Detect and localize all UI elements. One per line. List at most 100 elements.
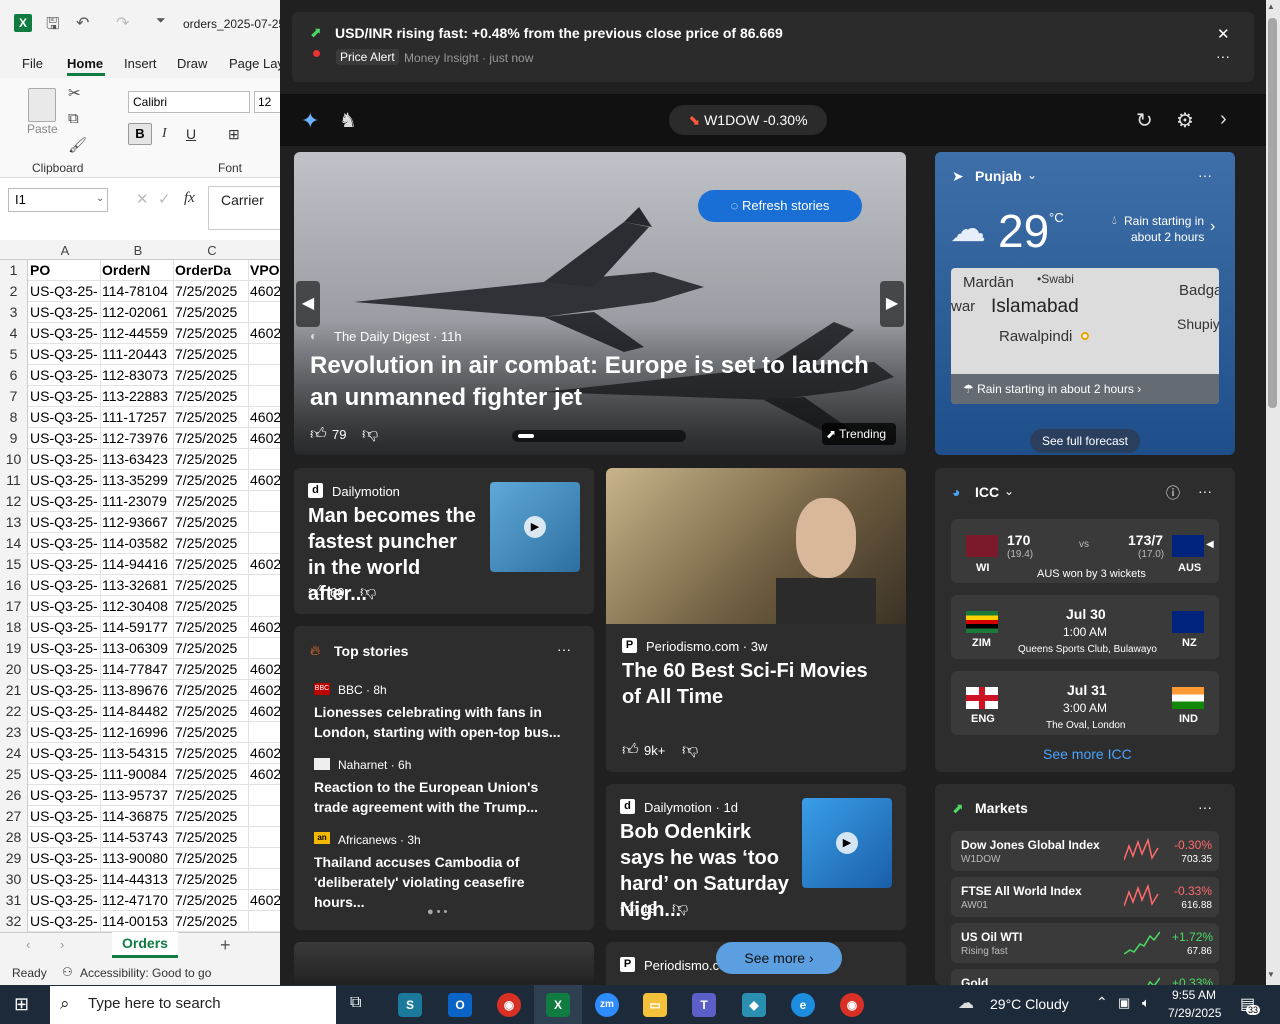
cell[interactable]: 7/25/2025 (175, 617, 249, 638)
row-number[interactable]: 8 (0, 407, 28, 428)
cell[interactable]: US-Q3-25- (30, 470, 100, 491)
cell[interactable]: 7/25/2025 (175, 407, 249, 428)
row-number[interactable]: 19 (0, 638, 28, 659)
italic-button[interactable]: I (162, 126, 167, 142)
cell[interactable]: 111-20443 (102, 344, 174, 365)
cell[interactable]: 113-54315 (102, 743, 174, 764)
row-number[interactable]: 31 (0, 890, 28, 911)
cell[interactable]: US-Q3-25- (30, 575, 100, 596)
cell[interactable]: US-Q3-25- (30, 764, 100, 785)
cell[interactable]: 4602 (250, 680, 280, 701)
row-number[interactable]: 9 (0, 428, 28, 449)
cell[interactable]: 4602 (250, 281, 280, 302)
cell[interactable]: 7/25/2025 (175, 449, 249, 470)
odenkirk-thumbnail[interactable]: ▶ (802, 798, 892, 888)
font-size-select[interactable]: 12 (254, 91, 280, 113)
cell[interactable]: 7/25/2025 (175, 533, 249, 554)
cell[interactable]: 7/25/2025 (175, 281, 249, 302)
story-title[interactable]: Thailand accuses Cambodia of 'deliberate… (314, 852, 576, 912)
cell[interactable]: US-Q3-25- (30, 806, 100, 827)
cell[interactable]: US-Q3-25- (30, 281, 100, 302)
cell[interactable]: US-Q3-25- (30, 449, 100, 470)
row-number[interactable]: 7 (0, 386, 28, 407)
cell[interactable]: 112-93667 (102, 512, 174, 533)
cell[interactable]: 114-36875 (102, 806, 174, 827)
row-number[interactable]: 21 (0, 680, 28, 701)
cell[interactable]: 7/25/2025 (175, 890, 249, 911)
teams-icon[interactable]: T (692, 993, 716, 1017)
row-number[interactable]: 13 (0, 512, 28, 533)
cell[interactable]: US-Q3-25- (30, 344, 100, 365)
carousel-dots[interactable] (512, 430, 686, 442)
cell[interactable]: 7/25/2025 (175, 575, 249, 596)
cell[interactable]: 7/25/2025 (175, 764, 249, 785)
gear-icon[interactable]: ⚙ (1176, 108, 1194, 133)
row-number[interactable]: 4 (0, 323, 28, 344)
cell[interactable]: 4602 (250, 764, 280, 785)
cell[interactable]: 7/25/2025 (175, 848, 249, 869)
row-number[interactable]: 27 (0, 806, 28, 827)
file-explorer-icon[interactable]: ▭ (643, 993, 667, 1017)
next-sheet-icon[interactable]: › (60, 937, 64, 952)
see-full-forecast-button[interactable]: See full forecast (1030, 429, 1140, 453)
card-title[interactable]: The 60 Best Sci-Fi Movies of All Time (622, 658, 892, 710)
header-cell[interactable]: OrderN (102, 260, 174, 281)
dislike-icon[interactable]: 👎︎ (362, 425, 378, 444)
cell[interactable]: US-Q3-25- (30, 323, 100, 344)
tab-home[interactable]: Home (67, 56, 103, 71)
tab-insert[interactable]: Insert (124, 56, 157, 71)
cell[interactable]: 4602 (250, 428, 280, 449)
top-stories-title[interactable]: Top stories (334, 643, 408, 659)
refresh-icon[interactable]: ↻ (1136, 108, 1153, 133)
cell[interactable]: US-Q3-25- (30, 554, 100, 575)
dislike-icon[interactable]: 👎︎ (360, 583, 376, 602)
dislike-icon[interactable]: 👎︎ (672, 899, 688, 918)
cell[interactable]: 7/25/2025 (175, 722, 249, 743)
row-number[interactable]: 15 (0, 554, 28, 575)
cell[interactable]: 113-35299 (102, 470, 174, 491)
see-more-icc-link[interactable]: See more ICC (1043, 746, 1132, 762)
cell[interactable]: 7/25/2025 (175, 785, 249, 806)
cell[interactable]: 7/25/2025 (175, 869, 249, 890)
weather-more-icon[interactable]: ··· (1198, 167, 1212, 183)
cell[interactable]: 7/25/2025 (175, 806, 249, 827)
location-chevron-icon[interactable]: ⌄ (1027, 168, 1037, 182)
clock-time[interactable]: 9:55 AM (1172, 988, 1216, 1002)
cell[interactable]: 4602 (250, 701, 280, 722)
column-header-a[interactable]: A (30, 243, 100, 258)
cell[interactable]: US-Q3-25- (30, 890, 100, 911)
cell[interactable]: 7/25/2025 (175, 386, 249, 407)
cell[interactable]: 7/25/2025 (175, 596, 249, 617)
cell[interactable]: 112-44559 (102, 323, 174, 344)
cell[interactable]: 7/25/2025 (175, 344, 249, 365)
cell[interactable]: 7/25/2025 (175, 638, 249, 659)
like-icon[interactable]: 👍︎ (308, 583, 325, 602)
cell[interactable]: US-Q3-25- (30, 638, 100, 659)
cell[interactable]: 4602 (250, 617, 280, 638)
cell[interactable]: US-Q3-25- (30, 386, 100, 407)
cell[interactable]: 112-30408 (102, 596, 174, 617)
cancel-icon[interactable]: ✕ (136, 190, 149, 208)
cell[interactable]: 4602 (250, 407, 280, 428)
header-cell[interactable]: PO (30, 260, 100, 281)
scroll-up-icon[interactable]: ▲ (1267, 2, 1275, 11)
info-icon[interactable]: ⓘ (1166, 483, 1180, 503)
like-icon[interactable]: 👍︎ (620, 899, 637, 918)
paste-icon[interactable] (28, 88, 56, 122)
zoom-icon[interactable]: zm (595, 993, 619, 1017)
row-number[interactable]: 5 (0, 344, 28, 365)
cell[interactable]: US-Q3-25- (30, 407, 100, 428)
stories-pager-dots[interactable]: ●•• (427, 906, 450, 918)
tab-draw[interactable]: Draw (177, 56, 207, 71)
story-title[interactable]: Lionesses celebrating with fans in Londo… (314, 702, 576, 742)
sigma-app-icon[interactable]: S (398, 993, 422, 1017)
refresh-stories-button[interactable]: ◌ Refresh stories (698, 190, 862, 222)
name-box[interactable]: I1 (8, 188, 108, 212)
cell[interactable]: 111-17257 (102, 407, 174, 428)
windows-start-icon[interactable]: ⊞ (14, 994, 29, 1015)
like-icon[interactable]: 👍︎ (622, 741, 639, 760)
cell[interactable]: US-Q3-25- (30, 491, 100, 512)
hero-next-button[interactable]: ▶ (880, 281, 904, 327)
cell[interactable]: US-Q3-25- (30, 722, 100, 743)
markets-more-icon[interactable]: ··· (1198, 799, 1212, 815)
